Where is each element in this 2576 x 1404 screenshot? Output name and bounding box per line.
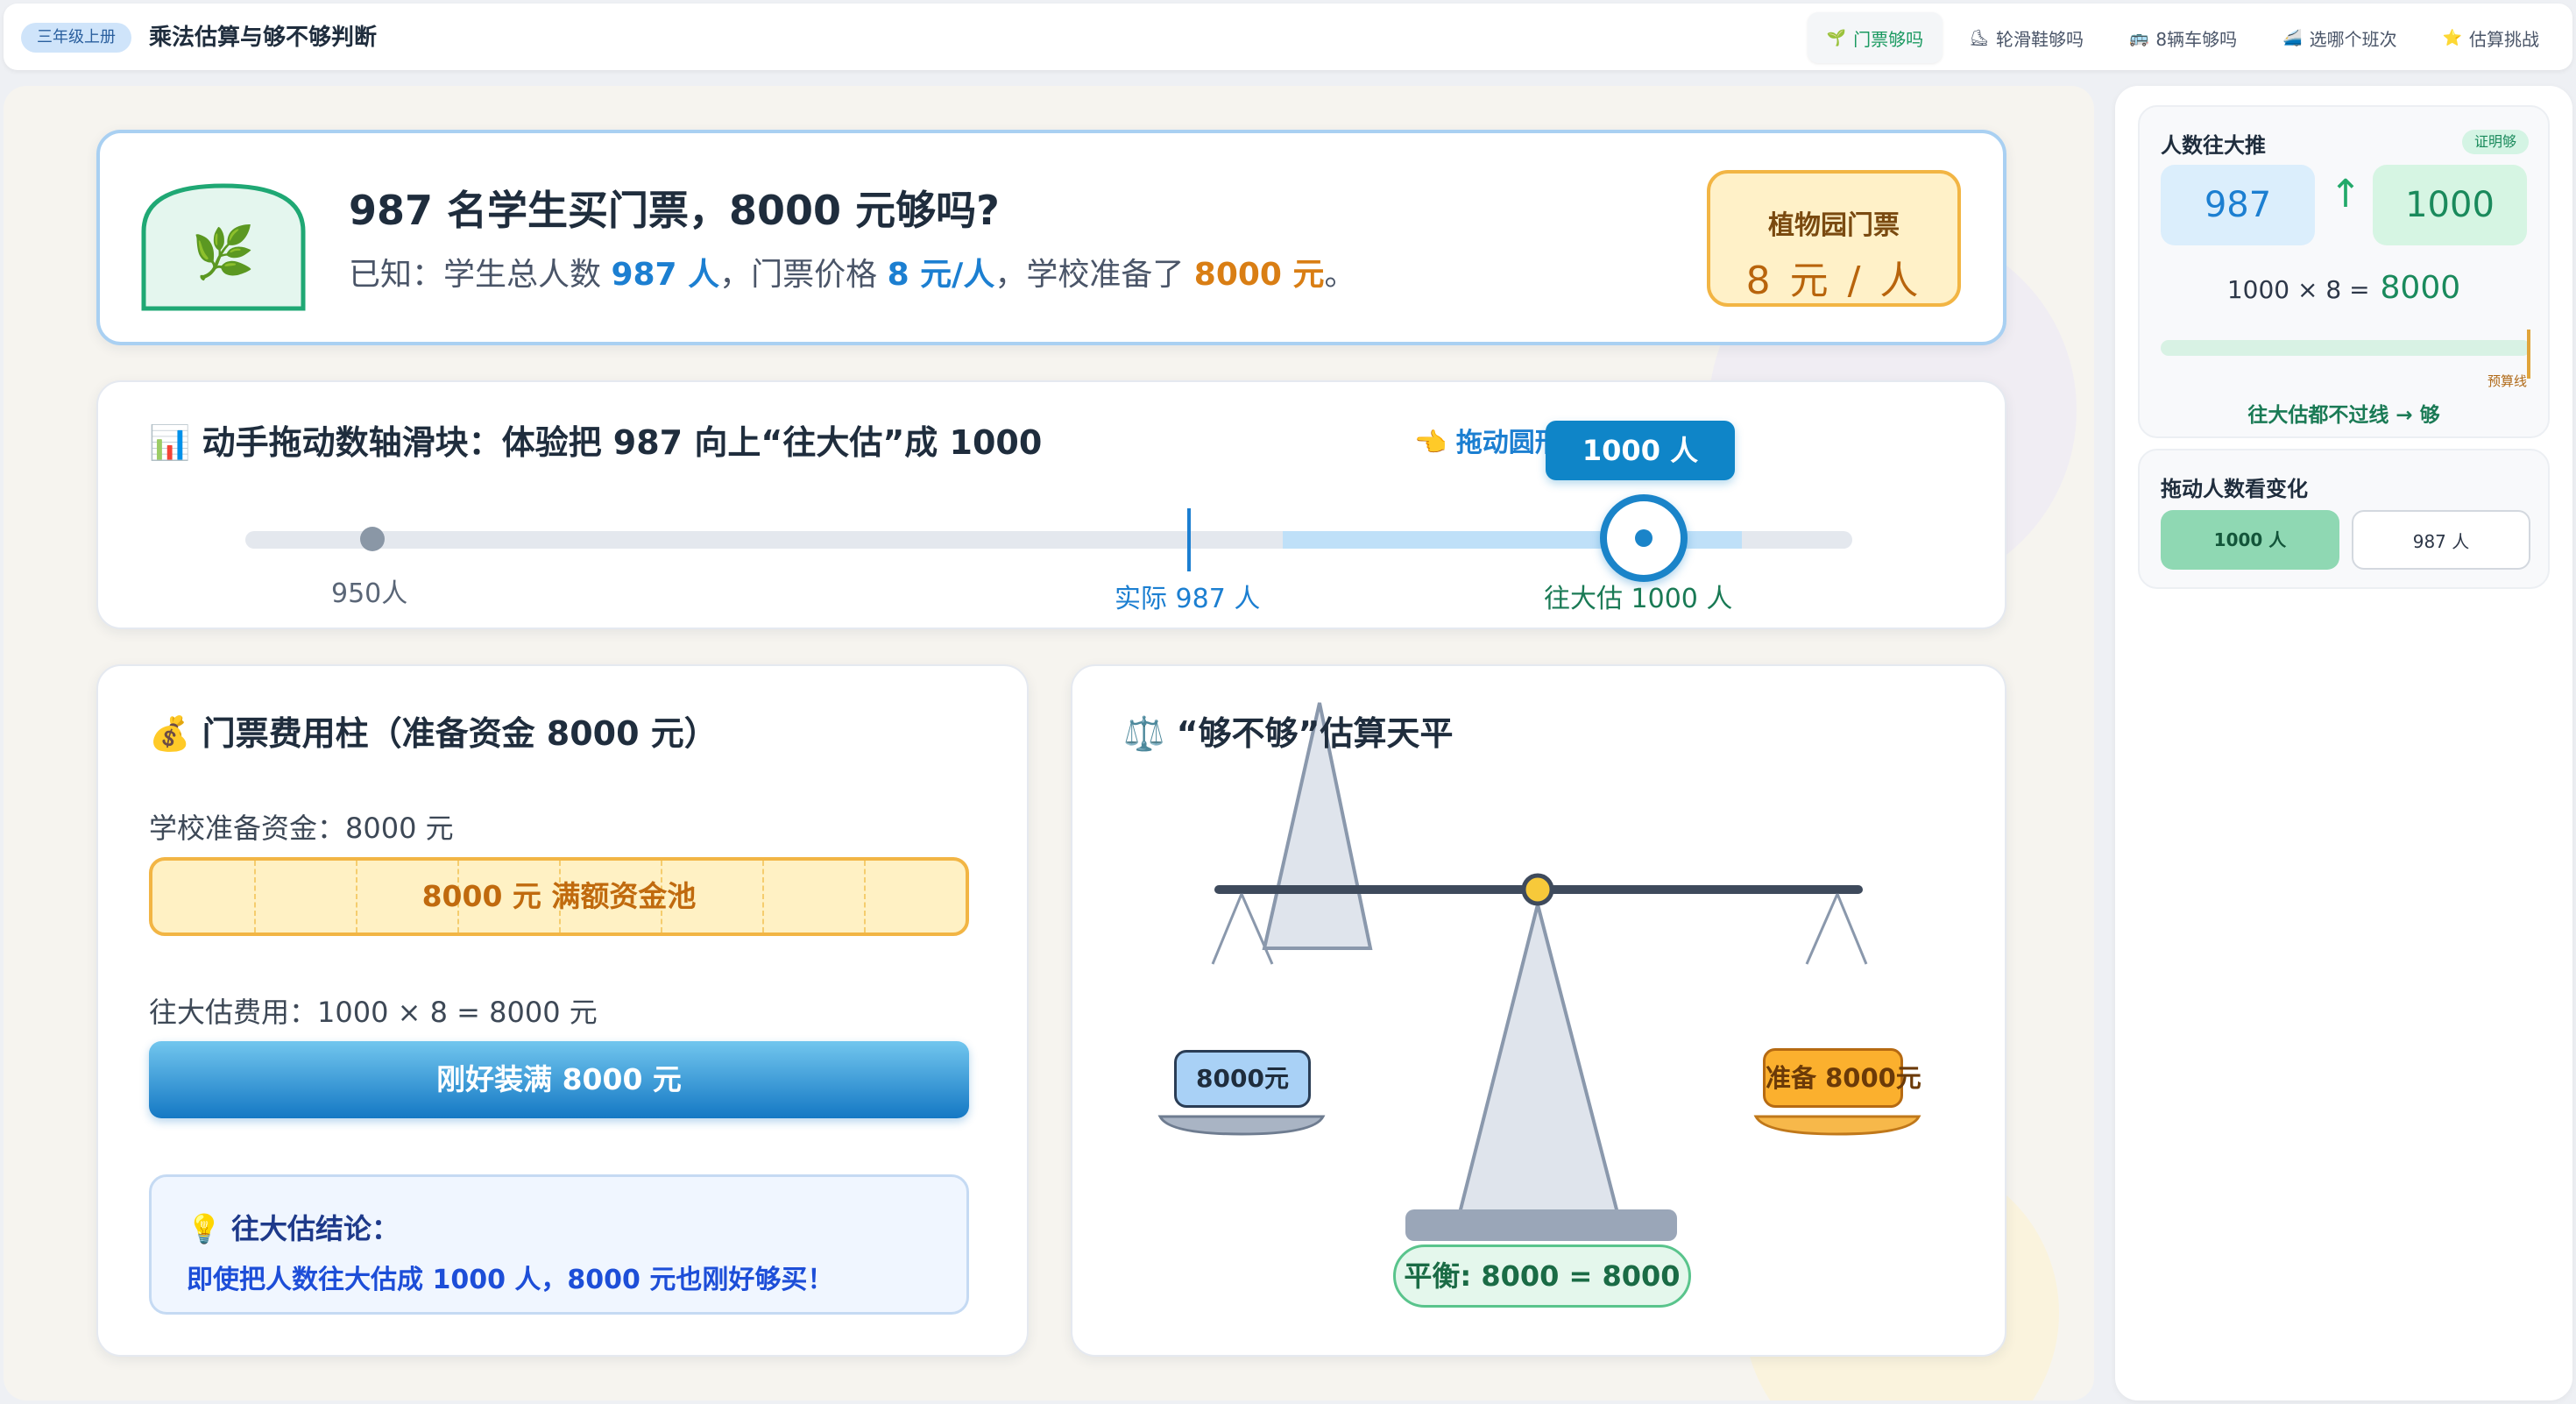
cost-title: 💰 门票费用柱（准备资金 8000 元） xyxy=(149,714,718,753)
ticket-card: 植物园门票 8 元 / 人 xyxy=(1707,170,1961,307)
budget-amount: 8000 元 xyxy=(1193,257,1325,293)
slider-title: 📊 动手拖动数轴滑块：体验把 987 向上“往大估”成 1000 xyxy=(149,423,1043,462)
cost-card: 💰 门票费用柱（准备资金 8000 元） 学校准备资金：8000 元 8000 … xyxy=(96,664,1029,1357)
fund-bar-label: 8000 元 满额资金池 xyxy=(421,879,697,913)
proof-badge: 证明够 xyxy=(2461,130,2529,154)
conclusion-text: 即使把人数往大估成 1000 人，8000 元也刚好够买！ xyxy=(187,1265,834,1295)
fund-bar: 8000 元 满额资金池 xyxy=(149,857,969,936)
app-title: 乘法估算与够不够判断 xyxy=(149,25,378,51)
lightbulb-icon: 💡 xyxy=(187,1212,222,1245)
money-bag-icon: 💰 xyxy=(149,714,191,753)
round-up-card: 人数往大推 证明够 987 ↑ 1000 1000 × 8 = 8000 预算线 … xyxy=(2138,105,2550,438)
conclusion-title: 💡 往大估结论： xyxy=(187,1212,400,1245)
tab-tickets[interactable]: 🌱 门票够吗 xyxy=(1807,12,1943,63)
handle-dot xyxy=(1635,529,1652,547)
balance-title: ⚖️ “够不够”估算天平 xyxy=(1123,714,1454,753)
tab-buses[interactable]: 🚌 8辆车够吗 xyxy=(2110,12,2256,63)
cost-bar: 刚好装满 8000 元 xyxy=(149,1041,969,1118)
sprout-icon: 🌱 xyxy=(1826,28,1847,47)
tab-skates[interactable]: ⛸ 轮滑鞋够吗 xyxy=(1950,12,2103,63)
drag-options-title: 拖动人数看变化 xyxy=(2161,477,2308,501)
budget-progress-bar xyxy=(2161,340,2530,356)
tab-label: 轮滑鞋够吗 xyxy=(1996,28,2084,50)
side-conclusion: 往大估都不过线 → 够 xyxy=(2247,404,2440,427)
ticket-price-text: 8 元/人 xyxy=(887,257,995,293)
tab-label: 8辆车够吗 xyxy=(2155,28,2238,50)
bus-icon: 🚌 xyxy=(2129,28,2149,47)
problem-description: 已知：学生总人数 987 人，门票价格 8 元/人，学校准备了 8000 元。 xyxy=(349,257,1356,293)
problem-card: 🌿 987 名学生买门票，8000 元够吗? 已知：学生总人数 987 人，门票… xyxy=(96,130,2006,345)
slider-handle[interactable] xyxy=(1600,494,1688,582)
leaf-icon: 🌿 xyxy=(192,223,255,282)
balance-card: ⚖️ “够不够”估算天平 8000元 准备 8000元 平衡: 8000 = 8… xyxy=(1071,664,2006,1357)
skate-icon: ⛸ xyxy=(1969,28,1989,47)
balance-status-badge: 平衡: 8000 = 8000 xyxy=(1393,1244,1691,1308)
min-tick xyxy=(360,527,385,551)
left-pan-weight: 8000元 xyxy=(1174,1050,1311,1108)
round-up-title: 人数往大推 xyxy=(2161,133,2266,158)
option-1000-button[interactable]: 1000 人 xyxy=(2161,510,2339,570)
tab-challenge[interactable]: ⭐ 估算挑战 xyxy=(2424,12,2558,63)
side-panel: 人数往大推 证明够 987 ↑ 1000 1000 × 8 = 8000 预算线 … xyxy=(2115,86,2572,1400)
budget-line-label: 预算线 xyxy=(2487,373,2527,389)
right-pan-weight: 准备 8000元 xyxy=(1763,1048,1921,1108)
original-number: 987 xyxy=(2161,165,2315,245)
formula-result: 8000 xyxy=(2380,270,2461,306)
conclusion-box: 💡 往大估结论： 即使把人数往大估成 1000 人，8000 元也刚好够买！ xyxy=(149,1174,969,1315)
actual-marker xyxy=(1187,508,1191,571)
rounded-number: 1000 xyxy=(2373,165,2527,245)
tab-label: 门票够吗 xyxy=(1853,28,1924,50)
main-area: 🌿 987 名学生买门票，8000 元够吗? 已知：学生总人数 987 人，门票… xyxy=(4,86,2094,1400)
cost-label: 往大估费用：1000 × 8 = 8000 元 xyxy=(149,996,598,1029)
tab-label: 估算挑战 xyxy=(2469,28,2539,50)
pointing-hand-icon: 👈 xyxy=(1414,428,1447,458)
slider-card: 📊 动手拖动数轴滑块：体验把 987 向上“往大估”成 1000 👈 拖动圆形 … xyxy=(96,380,2006,629)
grade-badge: 三年级上册 xyxy=(21,23,131,53)
students-count: 987 人 xyxy=(611,257,720,293)
fund-label: 学校准备资金：8000 元 xyxy=(149,812,454,845)
top-bar: 三年级上册 乘法估算与够不够判断 🌱 门票够吗 ⛸ 轮滑鞋够吗 🚌 8辆车够吗 … xyxy=(4,4,2572,70)
greenhouse-icon: 🌿 xyxy=(141,183,306,311)
budget-line-marker xyxy=(2527,330,2530,379)
option-987-button[interactable]: 987 人 xyxy=(2352,510,2530,570)
star-icon: ⭐ xyxy=(2442,28,2462,47)
ticket-price: 8 元 / 人 xyxy=(1745,259,1922,303)
rounded-label: 往大估 1000 人 xyxy=(1544,584,1733,614)
cost-bar-label: 刚好装满 8000 元 xyxy=(436,1062,682,1096)
actual-label: 实际 987 人 xyxy=(1115,584,1261,614)
value-bubble: 1000 人 xyxy=(1546,421,1735,480)
ticket-label: 植物园门票 xyxy=(1768,210,1900,241)
scale-icon: ⚖️ xyxy=(1123,714,1165,753)
problem-title: 987 名学生买门票，8000 元够吗? xyxy=(349,187,1000,234)
arrow-up-icon: ↑ xyxy=(2329,172,2362,216)
min-label: 950人 xyxy=(331,578,408,609)
chart-icon: 📊 xyxy=(149,423,191,462)
train-icon: 🚄 xyxy=(2282,28,2303,47)
drag-options-card: 拖动人数看变化 1000 人 987 人 xyxy=(2138,449,2550,589)
tab-train[interactable]: 🚄 选哪个班次 xyxy=(2263,12,2416,63)
tab-bar: 🌱 门票够吗 ⛸ 轮滑鞋够吗 🚌 8辆车够吗 🚄 选哪个班次 ⭐ 估算挑战 xyxy=(1807,12,2558,63)
tab-label: 选哪个班次 xyxy=(2309,28,2397,50)
formula: 1000 × 8 = 8000 xyxy=(2226,270,2461,306)
